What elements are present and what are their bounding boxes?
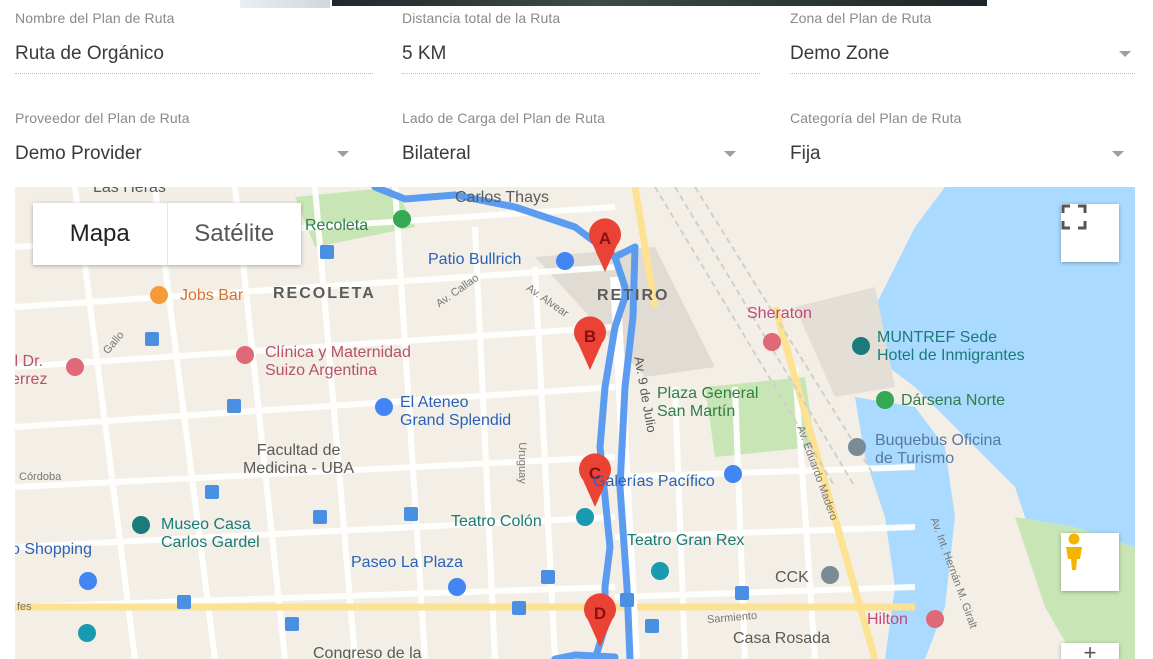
street-view-button[interactable] <box>1061 533 1119 591</box>
category-select-value[interactable]: Fija <box>790 142 1128 166</box>
restaurant-icon <box>150 286 168 304</box>
theater-icon <box>651 562 669 580</box>
chevron-down-icon[interactable] <box>1119 51 1131 57</box>
top-image-strip <box>240 0 330 8</box>
chevron-down-icon[interactable] <box>1112 151 1124 157</box>
marker-label: D <box>594 604 606 623</box>
zone-value: Demo Zone <box>790 43 890 64</box>
map-label-darsena-norte: Dársena Norte <box>901 392 1006 409</box>
map-label-paseo-la-plaza: Paseo La Plaza <box>351 554 464 571</box>
route-name-label: Nombre del Plan de Ruta <box>15 10 175 26</box>
zone-select[interactable]: Zona del Plan de Ruta Demo Zone <box>790 8 1135 74</box>
hospital-icon <box>66 358 84 376</box>
bus-icon <box>848 438 866 456</box>
map-label-el-ateneo: El Ateneo Grand Splendid <box>400 394 512 429</box>
map-label-shopping: o Shopping <box>15 541 92 558</box>
map-label-teatro-gran-rex: Teatro Gran Rex <box>627 532 745 549</box>
map-label-jobs-bar: Jobs Bar <box>180 287 244 304</box>
shopping-icon <box>724 465 742 483</box>
street-label-uruguay: Uruguay <box>515 442 528 484</box>
total-distance-value: 5 KM <box>402 43 447 64</box>
shopping-icon <box>556 252 574 270</box>
map-label-plaza-general: Plaza General San Martín <box>657 385 759 420</box>
chevron-down-icon[interactable] <box>337 151 349 157</box>
map-label-casa-rosada: Casa Rosada <box>733 630 830 647</box>
marker-label: A <box>599 229 611 248</box>
shopping-icon <box>79 572 97 590</box>
map-label-buquebus: Buquebus Oficina de Turismo <box>875 432 1002 467</box>
theater-icon <box>576 508 594 526</box>
map-district-retiro: RETIRO <box>597 287 670 304</box>
map-label-carlos-thays: Carlos Thays <box>455 189 549 206</box>
route-name-underline <box>15 73 373 74</box>
map-type-control[interactable]: Mapa Satélite <box>33 203 301 265</box>
loading-side-select[interactable]: Lado de Carga del Plan de Ruta Bilateral <box>402 108 740 166</box>
landmark-icon <box>821 566 839 584</box>
map-label-cordoba: Córdoba <box>19 471 62 483</box>
hotel-icon <box>926 610 944 628</box>
zone-underline <box>790 73 1135 74</box>
loading-side-select-value[interactable]: Bilateral <box>402 142 740 166</box>
category-value: Fija <box>790 143 821 164</box>
route-name-value[interactable]: Ruta de Orgánico <box>15 42 373 66</box>
provider-select[interactable]: Proveedor del Plan de Ruta Demo Provider <box>15 108 353 166</box>
map-label-hilton: Hilton <box>867 611 908 628</box>
map-label-las-heras: Las Heras <box>93 187 166 196</box>
map-label-museo-gardel: Museo Casa Carlos Gardel <box>161 516 260 551</box>
park-icon <box>393 210 411 228</box>
map-type-map-button[interactable]: Mapa <box>33 203 167 265</box>
total-distance-underline <box>402 73 760 74</box>
map-label-sheraton: Sheraton <box>747 305 812 322</box>
total-distance-field: Distancia total de la Ruta 5 KM <box>402 8 760 74</box>
loading-side-value: Bilateral <box>402 143 471 164</box>
chevron-down-icon[interactable] <box>724 151 736 157</box>
shopping-icon <box>375 398 393 416</box>
park-icon <box>876 391 894 409</box>
hotel-icon <box>763 333 781 351</box>
fullscreen-button[interactable] <box>1061 204 1119 262</box>
category-select[interactable]: Categoría del Plan de Ruta Fija <box>790 108 1128 166</box>
zoom-control[interactable]: + <box>1061 640 1119 659</box>
category-label: Categoría del Plan de Ruta <box>790 110 962 126</box>
total-distance-label: Distancia total de la Ruta <box>402 10 561 26</box>
map-label-facultad: Facultad de Medicina - UBA <box>243 442 355 477</box>
museum-icon <box>852 337 870 355</box>
top-banner-image <box>332 0 987 6</box>
shopping-icon <box>448 578 466 596</box>
provider-label: Proveedor del Plan de Ruta <box>15 110 190 126</box>
zone-select-value[interactable]: Demo Zone <box>790 42 1135 66</box>
theater-icon <box>78 624 96 642</box>
map-label-galerias: Galerías Pacífico <box>593 473 715 490</box>
hospital-icon <box>236 346 254 364</box>
map-label-congreso: Congreso de la <box>313 645 422 659</box>
street-label-fes: fes <box>17 601 32 613</box>
provider-select-value[interactable]: Demo Provider <box>15 142 353 166</box>
map-label-teatro-colon: Teatro Colón <box>451 513 542 530</box>
map-label-recoleta: Recoleta <box>305 217 369 234</box>
map-label-clinica: Clínica y Maternidad Suizo Argentina <box>265 344 411 379</box>
fullscreen-icon <box>1061 204 1087 230</box>
map-label-muntref: MUNTREF Sede Hotel de Inmigrantes <box>877 329 1025 364</box>
museum-icon <box>132 516 150 534</box>
zoom-in-icon[interactable]: + <box>1084 640 1097 659</box>
route-map[interactable]: A B C D Las Heras Carlos Thays Recoleta … <box>15 187 1135 659</box>
pegman-icon <box>1066 533 1082 570</box>
map-label-patio-bullrich: Patio Bullrich <box>428 251 522 268</box>
map-label-dr: il Dr. errez <box>15 353 48 388</box>
route-name-field[interactable]: Nombre del Plan de Ruta Ruta de Orgánico <box>15 8 373 74</box>
marker-label: B <box>584 327 596 346</box>
map-type-satellite-button[interactable]: Satélite <box>166 203 302 265</box>
provider-value: Demo Provider <box>15 143 142 164</box>
map-label-cck: CCK <box>775 569 809 586</box>
map-district-recoleta: RECOLETA <box>273 285 376 302</box>
loading-side-label: Lado de Carga del Plan de Ruta <box>402 110 606 126</box>
zone-label: Zona del Plan de Ruta <box>790 10 932 26</box>
